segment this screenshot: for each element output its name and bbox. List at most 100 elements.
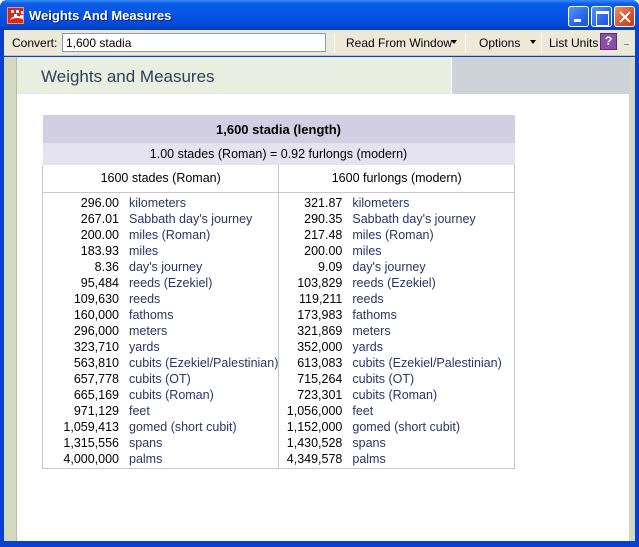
row-value: 160,000 (73, 307, 119, 322)
row-value: 723,301 (297, 387, 343, 402)
toolbar-separator (334, 33, 335, 53)
read-from-window-button[interactable]: Read From Window (346, 36, 452, 50)
row-value: 8.36 (94, 259, 119, 274)
row-value: 715,264 (297, 371, 343, 386)
app-window: Weights And Measures Convert: Read From … (0, 0, 639, 547)
table-row: 267.01 Sabbath day's journey (43, 211, 278, 227)
table-row: 200.00 miles (279, 243, 514, 259)
minimize-button[interactable] (568, 6, 589, 27)
row-value: 1,315,556 (63, 435, 119, 450)
row-unit: reeds (Ezekiel) (352, 275, 436, 290)
row-unit: Sabbath day's journey (129, 211, 253, 226)
toolbar: Convert: Read From Window Options List U… (4, 30, 635, 56)
list-units-button[interactable]: List Units (549, 36, 598, 50)
title-bar[interactable]: Weights And Measures (0, 0, 639, 30)
close-button[interactable] (614, 6, 635, 27)
column-header-target: 1600 furlongs (modern) (278, 165, 515, 192)
toolbar-overflow-icon[interactable] (624, 44, 629, 45)
row-value: 109,630 (73, 291, 119, 306)
table-row: 1,152,000 gomed (short cubit) (279, 419, 514, 435)
table-row: 296.00 kilometers (43, 195, 278, 211)
row-value: 971,129 (73, 403, 119, 418)
row-unit: kilometers (129, 195, 186, 210)
options-button[interactable]: Options (479, 36, 520, 50)
row-unit: cubits (OT) (129, 371, 191, 386)
row-unit: day's journey (129, 259, 203, 274)
row-unit: fathoms (129, 307, 174, 322)
row-unit: fathoms (352, 307, 397, 322)
row-value: 296,000 (73, 323, 119, 338)
maximize-button[interactable] (591, 6, 612, 27)
table-row: 1,059,413 gomed (short cubit) (43, 419, 278, 435)
row-unit: palms (129, 451, 163, 466)
row-unit: cubits (Roman) (129, 387, 214, 402)
row-value: 267.01 (80, 211, 119, 226)
row-unit: feet (129, 403, 150, 418)
row-value: 9.09 (318, 259, 343, 274)
table-row: 296,000 meters (43, 323, 278, 339)
table-row: 352,000 yards (279, 339, 514, 355)
row-value: 657,778 (73, 371, 119, 386)
table-row: 103,829 reeds (Ezekiel) (279, 275, 514, 291)
page-header: Weights and Measures (17, 57, 451, 94)
row-value: 563,810 (73, 355, 119, 370)
table-row: 183.93 miles (43, 243, 278, 259)
row-unit: yards (352, 339, 383, 354)
app-logo-icon[interactable] (7, 7, 24, 24)
row-unit: gomed (short cubit) (352, 419, 461, 434)
convert-input[interactable] (62, 33, 326, 52)
row-value: 200.00 (80, 227, 119, 242)
options-dropdown-icon[interactable] (530, 40, 536, 44)
row-value: 665,169 (73, 387, 119, 402)
table-row: 4,000,000 palms (43, 451, 278, 467)
row-unit: day's journey (352, 259, 426, 274)
row-value: 95,484 (80, 275, 119, 290)
row-value: 352,000 (297, 339, 343, 354)
row-value: 173,983 (297, 307, 343, 322)
source-column: 296.00 kilometers 267.01 Sabbath day's jour… (41, 191, 280, 469)
row-unit: spans (129, 435, 163, 450)
conversion-table: 1,600 stadia (length) 1.00 stades (Roman… (41, 115, 515, 469)
read-from-window-dropdown-icon[interactable] (451, 40, 457, 44)
row-unit: feet (352, 403, 374, 418)
table-row: 321,869 meters (279, 323, 514, 339)
row-value: 217.48 (304, 227, 343, 242)
table-row: 290.35 Sabbath day's journey (279, 211, 514, 227)
table-row: 1,430,528 spans (279, 435, 514, 451)
row-unit: meters (129, 323, 168, 338)
row-value: 296.00 (80, 195, 119, 210)
convert-label: Convert: (12, 36, 58, 50)
row-unit: reeds (129, 291, 161, 306)
content-pane: Weights and Measures 1,600 stadia (lengt… (16, 57, 630, 541)
table-row: 723,301 cubits (Roman) (279, 387, 514, 403)
row-value: 1,059,413 (63, 419, 119, 434)
row-value: 321.87 (304, 195, 343, 210)
table-row: 8.36 day's journey (43, 259, 278, 275)
row-unit: reeds (Ezekiel) (129, 275, 213, 290)
help-icon[interactable]: ? (600, 33, 617, 50)
table-row: 119,211 reeds (279, 291, 514, 307)
row-unit: miles (129, 243, 159, 258)
table-row: 613,083 cubits (Ezekiel/Palestinian) (279, 355, 514, 371)
row-value: 323,710 (73, 339, 119, 354)
table-row: 323,710 yards (43, 339, 278, 355)
row-value: 321,869 (297, 323, 343, 338)
row-unit: reeds (352, 291, 384, 306)
row-unit: cubits (OT) (352, 371, 415, 386)
row-value: 1,152,000 (286, 419, 343, 434)
column-header-source: 1600 stades (Roman) (41, 165, 280, 192)
table-row: 971,129 feet (43, 403, 278, 419)
row-value: 4,000,000 (63, 451, 119, 466)
conversion-equivalence: 1.00 stades (Roman) = 0.92 furlongs (mod… (42, 143, 515, 165)
row-unit: miles (Roman) (352, 227, 434, 242)
table-row: 1,315,556 spans (43, 435, 278, 451)
table-row: 95,484 reeds (Ezekiel) (43, 275, 278, 291)
row-unit: miles (352, 243, 382, 258)
row-unit: yards (129, 339, 160, 354)
table-row: 321.87 kilometers (279, 195, 514, 211)
row-unit: meters (352, 323, 391, 338)
row-value: 103,829 (297, 275, 343, 290)
table-row: 109,630 reeds (43, 291, 278, 307)
row-value: 119,211 (299, 291, 343, 306)
table-row: 563,810 cubits (Ezekiel/Palestinian) (43, 355, 279, 371)
